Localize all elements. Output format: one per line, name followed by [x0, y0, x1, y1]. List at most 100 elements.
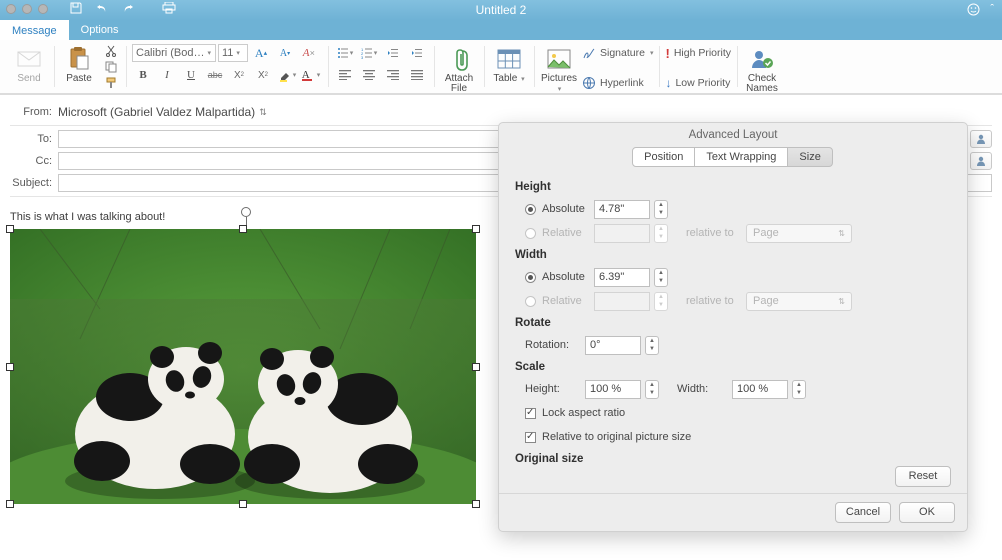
resize-handle[interactable]: [472, 363, 480, 371]
font-family-value: Calibri (Bod…: [136, 47, 204, 59]
signature-button[interactable]: Signature▾: [582, 44, 653, 62]
emoji-icon[interactable]: [967, 3, 980, 19]
print-icon[interactable]: [162, 2, 176, 14]
format-painter-icon[interactable]: [102, 76, 120, 90]
tab-size[interactable]: Size: [787, 147, 832, 167]
title-bar: Untitled 2 ˆ: [0, 0, 1002, 20]
font-color-button[interactable]: A▾: [300, 66, 322, 84]
rotate-handle-icon[interactable]: [241, 207, 251, 217]
collapse-ribbon-icon[interactable]: ˆ: [990, 3, 994, 19]
font-family-combo[interactable]: Calibri (Bod…▾: [132, 44, 216, 62]
grow-font-icon[interactable]: A▴: [250, 44, 272, 62]
scale-width-stepper[interactable]: ▲▼: [792, 380, 806, 399]
scale-height-value: 100 %: [590, 383, 621, 395]
height-relativeto-label: relative to: [686, 227, 746, 239]
align-center-button[interactable]: [358, 66, 380, 84]
hyperlink-button[interactable]: Hyperlink: [582, 74, 653, 92]
resize-handle[interactable]: [472, 500, 480, 508]
align-right-button[interactable]: [382, 66, 404, 84]
highlight-button[interactable]: ▾: [276, 66, 298, 84]
font-size-combo[interactable]: 11▾: [218, 44, 248, 62]
height-relative-stepper: ▲▼: [654, 224, 668, 243]
low-priority-button[interactable]: ↓ Low Priority: [665, 74, 731, 92]
cc-address-book-button[interactable]: [970, 152, 992, 170]
indent-button[interactable]: [406, 44, 428, 62]
cc-label: Cc:: [10, 155, 58, 167]
lock-aspect-checkbox[interactable]: [525, 408, 536, 419]
minimize-window-button[interactable]: [22, 4, 32, 14]
arrow-down-icon: ↓: [665, 76, 671, 90]
group-illustrations: Pictures ▾ Signature▾ Hyperlink: [534, 42, 659, 93]
height-absolute-stepper[interactable]: ▲▼: [654, 200, 668, 219]
redo-icon[interactable]: [122, 2, 134, 14]
outdent-button[interactable]: [382, 44, 404, 62]
attach-label: Attach File: [445, 74, 473, 94]
height-absolute-label: Absolute: [542, 203, 594, 215]
bullets-button[interactable]: ▾: [334, 44, 356, 62]
relative-original-checkbox[interactable]: [525, 432, 536, 443]
from-account[interactable]: Microsoft (Gabriel Valdez Malpartida) ⇅: [58, 105, 267, 119]
superscript-button[interactable]: X2: [252, 66, 274, 84]
close-window-button[interactable]: [6, 4, 16, 14]
scale-height-stepper[interactable]: ▲▼: [645, 380, 659, 399]
zoom-window-button[interactable]: [38, 4, 48, 14]
attach-file-button[interactable]: Attach File: [440, 44, 478, 94]
resize-handle[interactable]: [6, 363, 14, 371]
bold-button[interactable]: B: [132, 66, 154, 84]
clear-format-icon[interactable]: A⨯: [298, 44, 320, 62]
pictures-button[interactable]: Pictures ▾: [540, 44, 578, 95]
ok-button[interactable]: OK: [899, 502, 955, 523]
tab-options[interactable]: Options: [69, 20, 131, 40]
section-height: Height: [515, 181, 951, 193]
cut-icon[interactable]: [102, 44, 120, 58]
rotation-input[interactable]: 0°: [585, 336, 641, 355]
height-absolute-radio[interactable]: [525, 204, 536, 215]
check-names-button[interactable]: Check Names: [743, 44, 781, 94]
height-absolute-input[interactable]: 4.78": [594, 200, 650, 219]
width-absolute-stepper[interactable]: ▲▼: [654, 268, 668, 287]
group-priority: ! High Priority ↓ Low Priority: [659, 42, 737, 93]
underline-button[interactable]: U: [180, 66, 202, 84]
dialog-title: Advanced Layout: [499, 123, 967, 147]
high-priority-button[interactable]: ! High Priority: [665, 44, 731, 62]
table-button[interactable]: Table ▾: [490, 44, 528, 85]
resize-handle[interactable]: [472, 225, 480, 233]
hyperlink-icon: [582, 76, 596, 90]
resize-handle[interactable]: [239, 225, 247, 233]
subscript-button[interactable]: X2: [228, 66, 250, 84]
tab-text-wrapping[interactable]: Text Wrapping: [694, 147, 788, 167]
tab-message[interactable]: Message: [0, 20, 69, 40]
undo-icon[interactable]: [96, 2, 108, 14]
inserted-picture[interactable]: [10, 229, 476, 504]
resize-handle[interactable]: [6, 225, 14, 233]
shrink-font-icon[interactable]: A▾: [274, 44, 296, 62]
font-size-value: 11: [222, 47, 233, 59]
send-button[interactable]: Send: [10, 44, 48, 84]
resize-handle[interactable]: [6, 500, 14, 508]
width-absolute-radio[interactable]: [525, 272, 536, 283]
strike-button[interactable]: abc: [204, 66, 226, 84]
width-absolute-input[interactable]: 6.39": [594, 268, 650, 287]
reset-button[interactable]: Reset: [895, 466, 951, 487]
italic-button[interactable]: I: [156, 66, 178, 84]
width-relative-stepper: ▲▼: [654, 292, 668, 311]
align-left-button[interactable]: [334, 66, 356, 84]
dialog-tabs: Position Text Wrapping Size: [499, 147, 967, 167]
height-relativeto-value: Page: [753, 227, 779, 239]
cancel-button[interactable]: Cancel: [835, 502, 891, 523]
tab-position[interactable]: Position: [632, 147, 695, 167]
scale-width-input[interactable]: 100 %: [732, 380, 788, 399]
signature-label: Signature: [600, 47, 645, 59]
copy-icon[interactable]: [102, 60, 120, 74]
width-relative-label: Relative: [542, 295, 594, 307]
numbering-button[interactable]: 123▾: [358, 44, 380, 62]
rotation-label: Rotation:: [515, 339, 585, 351]
rotation-stepper[interactable]: ▲▼: [645, 336, 659, 355]
save-icon[interactable]: [70, 2, 82, 14]
paste-button[interactable]: Paste: [60, 44, 98, 84]
to-address-book-button[interactable]: [970, 130, 992, 148]
justify-button[interactable]: [406, 66, 428, 84]
resize-handle[interactable]: [239, 500, 247, 508]
send-label: Send: [17, 74, 40, 84]
scale-height-input[interactable]: 100 %: [585, 380, 641, 399]
